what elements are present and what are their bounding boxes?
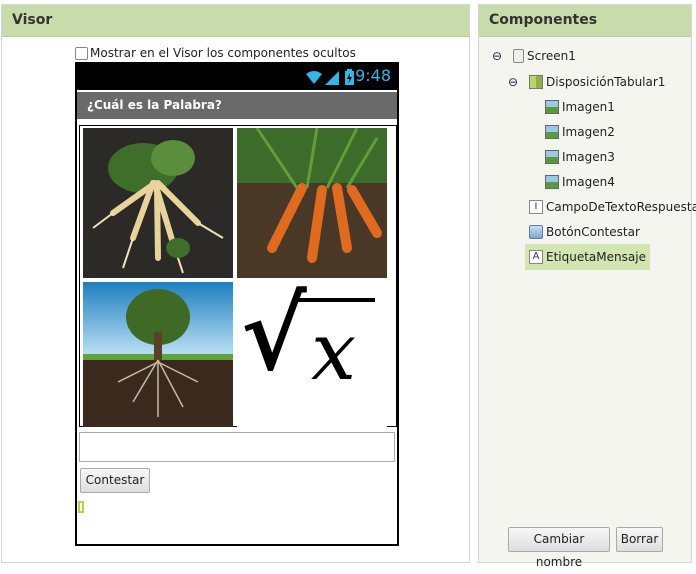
phone-preview: 9:48 ¿Cuál es la Palabra? √ x Contestar <box>75 62 399 546</box>
visor-header: Visor <box>2 5 469 37</box>
tree-node-etiqueta-mensaje[interactable]: A EtiquetaMensaje <box>525 244 650 270</box>
tree-node-label: Imagen3 <box>562 150 615 164</box>
image-4[interactable]: √ x <box>237 282 387 432</box>
app-title: ¿Cuál es la Palabra? <box>77 92 397 119</box>
tree-node-label: Imagen4 <box>562 175 615 189</box>
tree-node-campo-texto[interactable]: I CampoDeTextoRespuesta <box>529 196 696 218</box>
textbox-icon: I <box>529 200 543 214</box>
status-bar: 9:48 <box>77 64 397 90</box>
tree-node-imagen3[interactable]: Imagen3 <box>545 146 615 168</box>
image-icon <box>545 125 559 139</box>
collapse-layout-icon[interactable]: ⊖ <box>508 76 518 88</box>
tree-node-screen1[interactable]: Screen1 <box>513 45 576 67</box>
square-root-x: √ x <box>237 282 387 427</box>
image-grid: √ x <box>79 125 397 432</box>
components-panel: Componentes ⊖ Screen1 ⊖ DisposiciónTabul… <box>478 4 696 569</box>
tree-node-label: Screen1 <box>527 49 576 63</box>
tree-node-boton-contestar[interactable]: BotónContestar <box>529 221 640 243</box>
tree-node-imagen2[interactable]: Imagen2 <box>545 121 615 143</box>
tree-node-label: Imagen1 <box>562 100 615 114</box>
image-3[interactable] <box>83 282 233 432</box>
rename-button[interactable]: Cambiar nombre <box>508 527 610 569</box>
collapse-screen1-icon[interactable]: ⊖ <box>492 50 502 62</box>
tree-roots-photo <box>83 282 233 427</box>
show-hidden-checkbox[interactable] <box>75 46 88 60</box>
tree-node-label: EtiquetaMensaje <box>546 250 646 264</box>
answer-button[interactable]: Contestar <box>80 468 150 493</box>
carrots-photo <box>237 128 387 278</box>
button-icon <box>529 225 543 239</box>
tree-node-label: DisposiciónTabular1 <box>546 75 666 89</box>
components-header: Componentes <box>479 5 691 37</box>
show-hidden-label: Mostrar en el Visor los componentes ocul… <box>90 46 356 60</box>
sqrt-variable: x <box>311 305 357 398</box>
tree-node-label: BotónContestar <box>546 225 640 239</box>
image-icon <box>545 175 559 189</box>
tree-node-disposicion-tabular1[interactable]: DisposiciónTabular1 <box>529 71 665 93</box>
battery-icon <box>345 69 354 85</box>
show-hidden-toggle[interactable]: Mostrar en el Visor los componentes ocul… <box>75 46 356 60</box>
table-layout-icon <box>529 75 543 89</box>
screen-icon <box>513 49 524 63</box>
tree-node-imagen1[interactable]: Imagen1 <box>545 96 615 118</box>
image-icon <box>545 150 559 164</box>
image-icon <box>545 100 559 114</box>
status-time: 9:48 <box>355 66 391 85</box>
label-icon: A <box>529 250 543 264</box>
delete-button[interactable]: Borrar <box>616 527 663 552</box>
tree-node-label: Imagen2 <box>562 125 615 139</box>
image-2[interactable] <box>237 128 387 278</box>
answer-text-field[interactable] <box>79 432 395 462</box>
message-label[interactable] <box>78 501 84 513</box>
roots-photo <box>83 128 233 278</box>
tree-node-imagen4[interactable]: Imagen4 <box>545 171 615 193</box>
tree-node-label: CampoDeTextoRespuesta <box>546 200 696 214</box>
visor-panel: Visor Mostrar en el Visor los componente… <box>1 4 470 563</box>
wifi-icon <box>306 71 322 84</box>
signal-icon <box>325 71 339 85</box>
image-1[interactable] <box>83 128 233 278</box>
